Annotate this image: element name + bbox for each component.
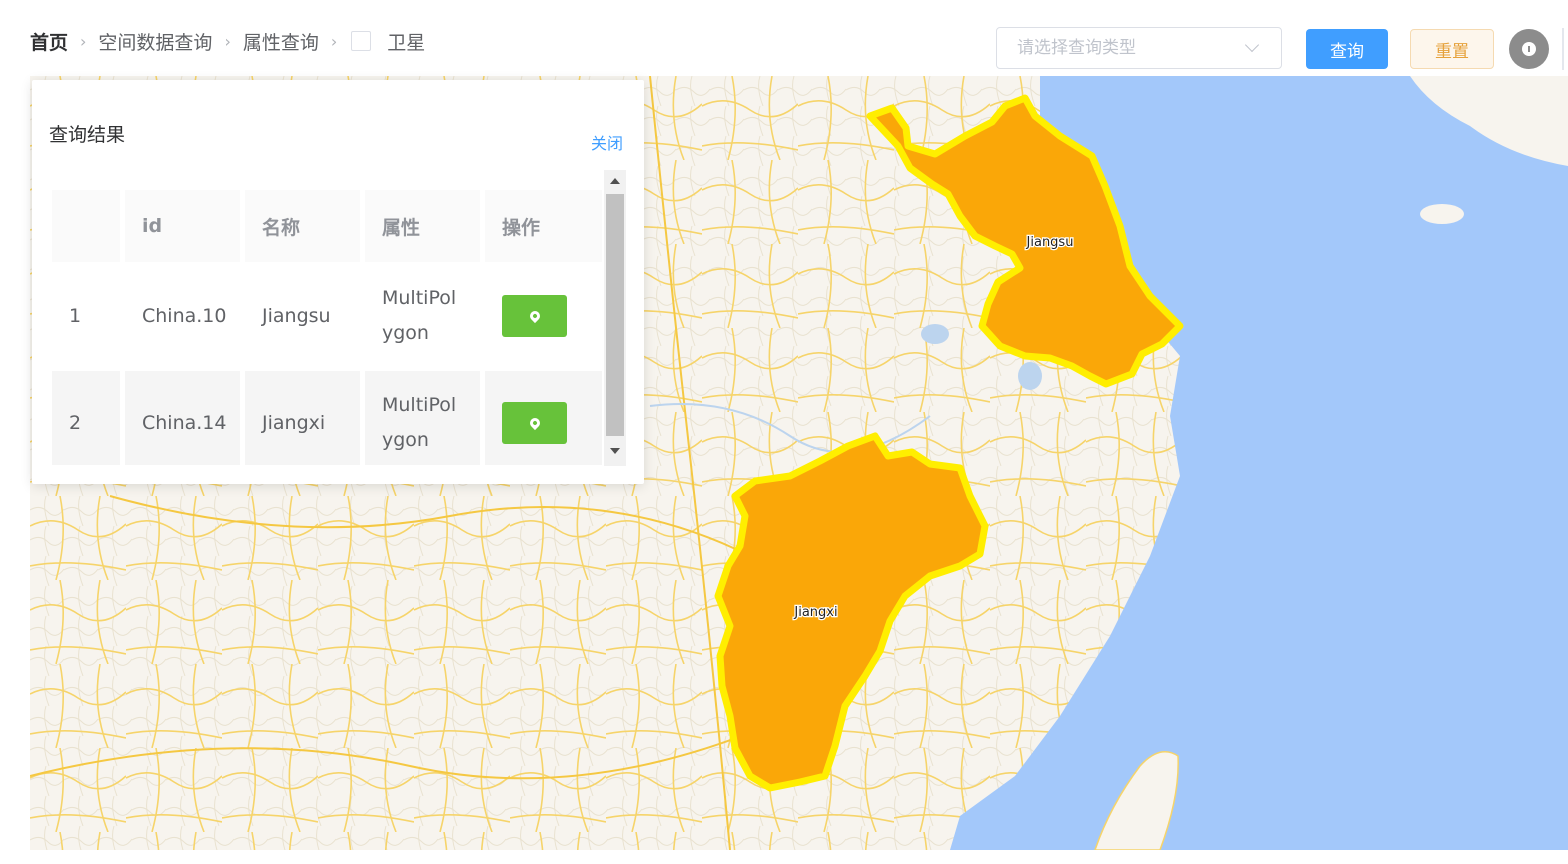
breadcrumb-home[interactable]: 首页 (30, 28, 68, 55)
cell-id: China.14 (125, 371, 245, 465)
attribute-line: ygon (382, 429, 429, 451)
cell-action (485, 264, 607, 371)
avatar[interactable] (1509, 29, 1549, 69)
satellite-checkbox[interactable] (351, 31, 372, 51)
table-row[interactable]: 2 China.14 Jiangxi MultiPol ygon (52, 371, 607, 465)
scroll-down-icon[interactable] (610, 448, 620, 454)
column-header-name: 名称 (245, 190, 365, 264)
close-link[interactable]: 关闭 (591, 130, 623, 154)
column-header-action: 操作 (485, 190, 607, 264)
location-pin-icon (527, 415, 542, 431)
panel-title: 查询结果 (49, 124, 126, 146)
divider (1562, 28, 1564, 70)
scrollbar-thumb[interactable] (606, 194, 624, 436)
satellite-label[interactable]: 卫星 (387, 28, 425, 55)
chevron-down-icon (1244, 37, 1260, 53)
chevron-right-icon: › (80, 31, 87, 51)
query-button[interactable]: 查询 (1306, 29, 1388, 69)
location-pin-icon (527, 308, 542, 324)
table-row[interactable]: 1 China.10 Jiangsu MultiPol ygon (52, 264, 607, 371)
breadcrumb-spatial-query[interactable]: 空间数据查询 (98, 28, 212, 55)
user-icon (1522, 42, 1536, 56)
table-scrollbar[interactable] (604, 170, 626, 466)
lake (1018, 362, 1042, 390)
cell-name: Jiangsu (245, 264, 365, 371)
attribute-line: MultiPol (382, 394, 457, 416)
scroll-up-icon[interactable] (610, 178, 620, 184)
cell-action (485, 371, 607, 465)
column-header-attribute: 属性 (365, 190, 485, 264)
locate-button[interactable] (502, 295, 567, 337)
breadcrumb-attribute-query[interactable]: 属性查询 (243, 28, 319, 55)
cell-name: Jiangxi (245, 371, 365, 465)
cell-index: 2 (52, 371, 125, 465)
label-jiangxi: Jiangxi (793, 605, 837, 620)
lake (921, 324, 949, 344)
cell-index: 1 (52, 264, 125, 371)
query-type-input[interactable] (997, 28, 1237, 68)
result-table: id 名称 属性 操作 1 China.10 Jiangsu MultiPol … (52, 190, 607, 465)
attribute-line: MultiPol (382, 287, 457, 309)
chevron-right-icon: › (330, 31, 338, 51)
result-table-wrap: id 名称 属性 操作 1 China.10 Jiangsu MultiPol … (52, 190, 607, 465)
cell-attribute: MultiPol ygon (365, 371, 485, 465)
cell-attribute: MultiPol ygon (365, 264, 485, 371)
locate-button[interactable] (502, 402, 567, 444)
island (1420, 204, 1464, 224)
column-header-index (52, 190, 125, 264)
chevron-right-icon: › (224, 31, 231, 51)
query-type-select[interactable] (996, 27, 1282, 69)
label-jiangsu: Jiangsu (1026, 235, 1074, 250)
column-header-id: id (125, 190, 245, 264)
reset-button[interactable]: 重置 (1410, 29, 1494, 69)
cell-id: China.10 (125, 264, 245, 371)
breadcrumb: 首页 › 空间数据查询 › 属性查询 › 卫星 (30, 26, 425, 56)
attribute-line: ygon (382, 322, 429, 344)
query-result-panel: 查询结果 关闭 id 名称 属性 操作 1 China.10 Jiangsu M… (32, 80, 644, 484)
table-header-row: id 名称 属性 操作 (52, 190, 607, 264)
